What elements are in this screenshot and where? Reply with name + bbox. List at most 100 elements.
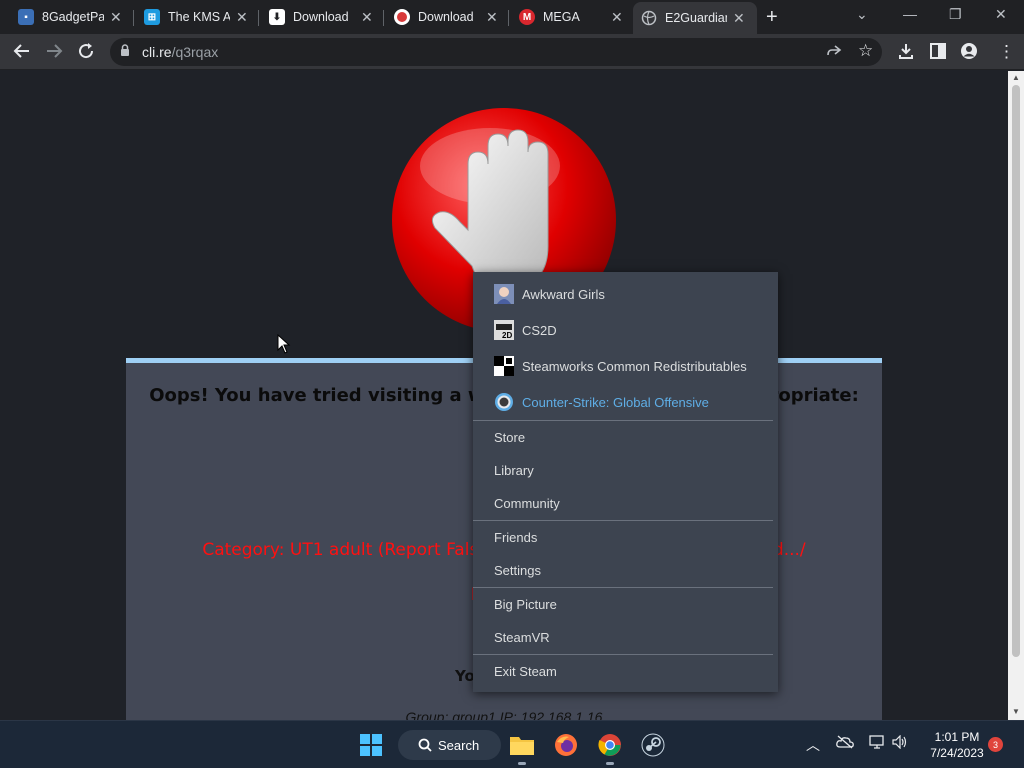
tab-strip: ▪ 8GadgetPack ✕ ⊞ The KMS Activator ✕ ⬇ … bbox=[0, 0, 1024, 34]
volume-icon[interactable] bbox=[892, 734, 908, 752]
menu-game-csgo[interactable]: Counter-Strike: Global Offensive bbox=[473, 384, 778, 420]
tab-separator bbox=[508, 10, 509, 26]
tab-title: E2Guardian bbox=[665, 11, 727, 25]
windows-icon: ⊞ bbox=[144, 9, 160, 25]
menu-item-community[interactable]: Community bbox=[473, 487, 778, 520]
notification-badge[interactable]: 3 bbox=[988, 737, 1003, 752]
tab-title: The KMS Activator bbox=[168, 10, 230, 24]
menu-item-exit-steam[interactable]: Exit Steam bbox=[473, 655, 778, 688]
menu-item-library[interactable]: Library bbox=[473, 454, 778, 487]
gadget-icon: ▪ bbox=[18, 9, 34, 25]
active-indicator bbox=[606, 762, 614, 765]
taskbar-steam[interactable] bbox=[639, 731, 667, 759]
menu-item-label: Library bbox=[494, 463, 534, 478]
onedrive-offline-icon[interactable] bbox=[836, 735, 854, 752]
tab-e2guardian[interactable]: E2Guardian ✕ bbox=[633, 2, 757, 34]
clock-time: 1:01 PM bbox=[934, 730, 980, 744]
globe-icon bbox=[641, 10, 657, 26]
taskbar-firefox[interactable] bbox=[552, 731, 580, 759]
tab-title: Download bbox=[293, 10, 349, 24]
taskbar-file-explorer[interactable] bbox=[508, 731, 536, 759]
new-tab-button[interactable]: + bbox=[766, 6, 778, 29]
browser-toolbar: cli.re/q3rqax ☆ ⋮ bbox=[0, 34, 1024, 70]
downloads-icon[interactable] bbox=[897, 42, 915, 65]
search-icon bbox=[418, 738, 432, 752]
menu-item-label: Friends bbox=[494, 530, 538, 545]
tab-separator bbox=[133, 10, 134, 26]
scrollbar-thumb[interactable] bbox=[1012, 85, 1020, 657]
active-indicator bbox=[518, 762, 526, 765]
tab-8gadgetpack[interactable]: ▪ 8GadgetPack ✕ bbox=[10, 4, 130, 30]
menu-item-label: Community bbox=[494, 496, 560, 511]
start-button[interactable] bbox=[357, 731, 385, 759]
taskbar-chrome[interactable] bbox=[596, 731, 624, 759]
close-icon[interactable]: ✕ bbox=[361, 9, 373, 26]
menu-kebab-icon[interactable]: ⋮ bbox=[998, 42, 1015, 62]
tab-mega[interactable]: M MEGA ✕ bbox=[511, 4, 631, 30]
steam-context-menu: Awkward Girls 2D CS2D Steamworks Common … bbox=[473, 272, 778, 692]
menu-item-label: Big Picture bbox=[494, 597, 557, 612]
svg-text:2D: 2D bbox=[502, 331, 512, 340]
bookmark-star-icon[interactable]: ☆ bbox=[858, 41, 873, 61]
tab-title: MEGA bbox=[543, 10, 580, 24]
scroll-down-arrow-icon[interactable]: ▼ bbox=[1012, 707, 1020, 716]
share-icon[interactable] bbox=[826, 43, 842, 64]
url-text: cli.re/q3rqax bbox=[142, 44, 219, 60]
clock-date: 7/24/2023 bbox=[930, 746, 984, 760]
forward-icon[interactable] bbox=[45, 42, 63, 65]
menu-game-label: Steamworks Common Redistributables bbox=[522, 358, 747, 374]
menu-item-store[interactable]: Store bbox=[473, 421, 778, 454]
menu-item-label: Store bbox=[494, 430, 526, 445]
menu-item-settings[interactable]: Settings bbox=[473, 554, 778, 587]
chrome-icon bbox=[598, 734, 621, 756]
address-bar[interactable]: cli.re/q3rqax ☆ bbox=[110, 38, 882, 66]
tab-kms-activator[interactable]: ⊞ The KMS Activator ✕ bbox=[136, 4, 256, 30]
cs2d-icon: 2D bbox=[494, 320, 514, 340]
mouse-cursor-icon bbox=[277, 334, 291, 354]
reload-icon[interactable] bbox=[77, 42, 95, 65]
mega-icon: M bbox=[519, 9, 535, 25]
profile-icon[interactable] bbox=[960, 42, 978, 65]
network-icon[interactable] bbox=[869, 735, 885, 752]
folder-icon bbox=[510, 737, 534, 755]
group-ip-text: Group: group1 IP: 192.168.1.16 bbox=[405, 709, 603, 720]
back-icon[interactable] bbox=[13, 42, 31, 65]
minimize-button[interactable]: — bbox=[903, 6, 917, 22]
tab-title: 8GadgetPack bbox=[42, 10, 104, 24]
tab-download-1[interactable]: ⬇ Download ✕ bbox=[261, 4, 381, 30]
menu-game-label: Awkward Girls bbox=[522, 286, 605, 302]
redball-icon bbox=[394, 9, 410, 25]
system-clock[interactable]: 1:01 PM 7/24/2023 bbox=[918, 729, 996, 761]
menu-game-label: Counter-Strike: Global Offensive bbox=[522, 394, 709, 410]
steamworks-icon bbox=[494, 356, 514, 376]
restore-button[interactable]: ❐ bbox=[949, 6, 962, 23]
tab-separator bbox=[383, 10, 384, 26]
awkward-girls-icon bbox=[494, 284, 514, 304]
taskbar-search-button[interactable]: Search bbox=[398, 730, 501, 760]
page-scrollbar[interactable]: ▲ ▼ bbox=[1008, 71, 1024, 720]
menu-item-friends[interactable]: Friends bbox=[473, 521, 778, 554]
windows-start-icon bbox=[360, 734, 382, 756]
tab-search-chevron-icon[interactable]: ⌄ bbox=[856, 6, 868, 23]
close-icon[interactable]: ✕ bbox=[486, 9, 498, 26]
close-window-button[interactable]: ✕ bbox=[995, 6, 1007, 23]
menu-item-steamvr[interactable]: SteamVR bbox=[473, 621, 778, 654]
tab-download-2[interactable]: Download ✕ bbox=[386, 4, 506, 30]
menu-item-label: Exit Steam bbox=[494, 664, 557, 679]
lock-icon[interactable] bbox=[120, 44, 130, 56]
search-label: Search bbox=[438, 737, 480, 753]
close-icon[interactable]: ✕ bbox=[611, 9, 623, 26]
menu-item-big-picture[interactable]: Big Picture bbox=[473, 588, 778, 621]
tray-overflow-chevron-icon[interactable]: ︿ bbox=[806, 735, 820, 755]
close-icon[interactable]: ✕ bbox=[110, 9, 122, 26]
tab-separator bbox=[258, 10, 259, 26]
side-panel-icon[interactable] bbox=[929, 42, 947, 65]
menu-game-awkward-girls[interactable]: Awkward Girls bbox=[473, 276, 778, 312]
tab-title: Download bbox=[418, 10, 474, 24]
menu-game-cs2d[interactable]: 2D CS2D bbox=[473, 312, 778, 348]
menu-item-label: SteamVR bbox=[494, 630, 550, 645]
menu-game-steamworks[interactable]: Steamworks Common Redistributables bbox=[473, 348, 778, 384]
close-icon[interactable]: ✕ bbox=[236, 9, 248, 26]
scroll-up-arrow-icon[interactable]: ▲ bbox=[1012, 73, 1020, 82]
close-icon[interactable]: ✕ bbox=[733, 10, 745, 27]
